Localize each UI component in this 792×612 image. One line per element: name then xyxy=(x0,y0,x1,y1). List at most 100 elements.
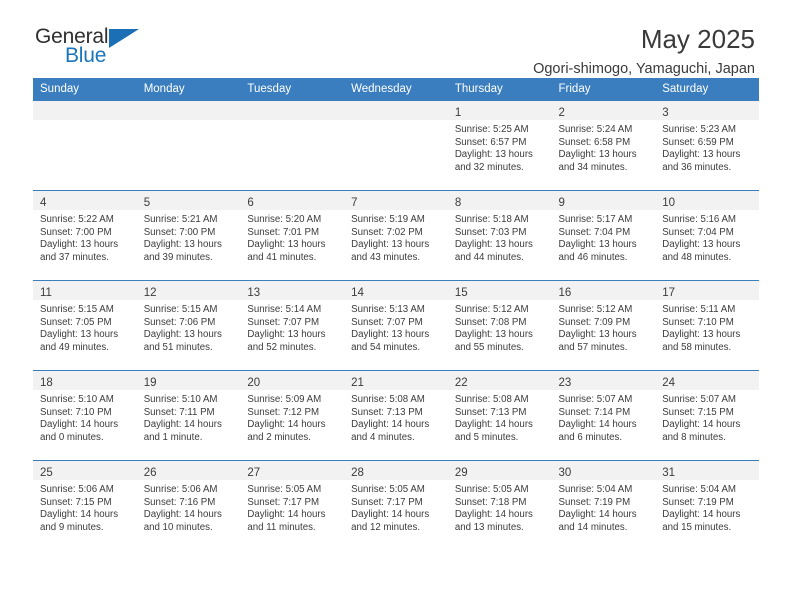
day-sun-details: Sunrise: 5:07 AM Sunset: 7:15 PM Daylight:… xyxy=(655,390,759,444)
day-detail-line: Sunrise: 5:23 AM xyxy=(662,124,736,135)
day-detail-line: Sunset: 7:07 PM xyxy=(351,316,423,328)
calendar-day-cell[interactable]: 14 Sunrise: 5:13 AM Sunset: 7:07 PM Dayligh… xyxy=(344,280,448,371)
weekday-header-saturday: Saturday xyxy=(655,78,759,101)
calendar-day-cell[interactable]: 24 Sunrise: 5:07 AM Sunset: 7:15 PM Dayligh… xyxy=(655,370,759,461)
calendar-day-cell[interactable]: 12 Sunrise: 5:15 AM Sunset: 7:06 PM Dayligh… xyxy=(136,280,241,371)
calendar-day-cell[interactable]: 3 Sunrise: 5:23 AM Sunset: 6:59 PM Daylight… xyxy=(655,100,759,191)
day-number: 7 xyxy=(351,197,358,209)
day-number-band: 11 xyxy=(33,281,137,300)
day-detail-line: Sunrise: 5:12 AM xyxy=(558,304,633,315)
day-cell-content: 1 Sunrise: 5:25 AM Sunset: 6:57 PM Daylight… xyxy=(447,101,552,190)
day-sun-details: Sunrise: 5:11 AM Sunset: 7:10 PM Daylight:… xyxy=(655,300,759,354)
day-number-band xyxy=(33,101,137,120)
day-detail-line: Daylight: 13 hours xyxy=(662,239,741,251)
calendar-day-cell[interactable]: 8 Sunrise: 5:18 AM Sunset: 7:03 PM Daylight… xyxy=(447,190,552,281)
general-blue-logo[interactable]: General Blue xyxy=(35,26,165,76)
day-detail-line: Daylight: 14 hours xyxy=(143,419,222,431)
day-detail-line: Daylight: 13 hours xyxy=(558,149,637,161)
day-detail-line: Sunrise: 5:06 AM xyxy=(143,484,218,495)
day-number: 10 xyxy=(662,197,676,209)
day-sun-details: Sunrise: 5:04 AM Sunset: 7:19 PM Daylight:… xyxy=(552,480,656,534)
day-detail-line: Sunrise: 5:04 AM xyxy=(558,484,633,495)
calendar-day-cell[interactable]: 22 Sunrise: 5:08 AM Sunset: 7:13 PM Dayligh… xyxy=(447,370,552,461)
calendar-day-cell[interactable]: 16 Sunrise: 5:12 AM Sunset: 7:09 PM Dayligh… xyxy=(551,280,656,371)
calendar-day-cell[interactable]: 18 Sunrise: 5:10 AM Sunset: 7:10 PM Dayligh… xyxy=(33,370,137,461)
calendar-week-row: 4 Sunrise: 5:22 AM Sunset: 7:00 PM Daylight… xyxy=(33,190,759,281)
day-number: 21 xyxy=(351,377,364,389)
calendar-day-cell[interactable]: 19 Sunrise: 5:10 AM Sunset: 7:11 PM Dayligh… xyxy=(136,370,241,461)
day-number-band: 19 xyxy=(136,371,241,390)
day-number-band: 9 xyxy=(551,191,656,210)
day-number: 14 xyxy=(351,287,364,299)
day-number-band: 15 xyxy=(447,281,552,300)
calendar-day-cell[interactable]: 27 Sunrise: 5:05 AM Sunset: 7:17 PM Dayligh… xyxy=(240,460,345,550)
day-sun-details xyxy=(344,120,448,124)
day-detail-line: Sunset: 7:17 PM xyxy=(247,496,320,508)
day-sun-details: Sunrise: 5:15 AM Sunset: 7:05 PM Daylight:… xyxy=(33,300,137,354)
calendar-day-cell[interactable]: 29 Sunrise: 5:05 AM Sunset: 7:18 PM Dayligh… xyxy=(447,460,552,550)
day-detail-line: Sunrise: 5:05 AM xyxy=(247,484,322,495)
day-detail-line: Sunrise: 5:17 AM xyxy=(558,214,633,225)
calendar-day-cell[interactable]: 28 Sunrise: 5:05 AM Sunset: 7:17 PM Dayligh… xyxy=(344,460,448,550)
day-detail-line: Sunset: 7:05 PM xyxy=(40,316,112,328)
calendar-day-cell[interactable]: 23 Sunrise: 5:07 AM Sunset: 7:14 PM Dayligh… xyxy=(551,370,656,461)
calendar-day-cell[interactable]: 20 Sunrise: 5:09 AM Sunset: 7:12 PM Dayligh… xyxy=(240,370,345,461)
calendar-day-cell[interactable]: 1 Sunrise: 5:25 AM Sunset: 6:57 PM Daylight… xyxy=(447,100,552,191)
day-number: 6 xyxy=(247,197,254,209)
calendar-day-cell[interactable]: 17 Sunrise: 5:11 AM Sunset: 7:10 PM Dayligh… xyxy=(655,280,759,371)
calendar-day-cell[interactable]: 10 Sunrise: 5:16 AM Sunset: 7:04 PM Dayligh… xyxy=(655,190,759,281)
day-cell-content: 4 Sunrise: 5:22 AM Sunset: 7:00 PM Daylight… xyxy=(33,191,137,280)
day-cell-content: 21 Sunrise: 5:08 AM Sunset: 7:13 PM Dayligh… xyxy=(344,371,448,460)
calendar-day-cell[interactable]: 2 Sunrise: 5:24 AM Sunset: 6:58 PM Daylight… xyxy=(551,100,656,191)
day-detail-line: Sunrise: 5:08 AM xyxy=(454,394,529,405)
day-number: 25 xyxy=(40,467,53,479)
calendar-day-cell[interactable]: 7 Sunrise: 5:19 AM Sunset: 7:02 PM Daylight… xyxy=(344,190,448,281)
day-cell-content: 26 Sunrise: 5:06 AM Sunset: 7:16 PM Dayligh… xyxy=(136,461,241,550)
day-sun-details: Sunrise: 5:05 AM Sunset: 7:17 PM Daylight:… xyxy=(344,480,448,534)
day-sun-details: Sunrise: 5:21 AM Sunset: 7:00 PM Daylight:… xyxy=(137,210,241,264)
day-detail-line: Daylight: 14 hours xyxy=(351,419,430,431)
calendar-day-cell[interactable]: 13 Sunrise: 5:14 AM Sunset: 7:07 PM Dayligh… xyxy=(240,280,345,371)
day-detail-line: Sunset: 7:11 PM xyxy=(143,406,215,418)
calendar-day-cell[interactable]: 30 Sunrise: 5:04 AM Sunset: 7:19 PM Dayligh… xyxy=(551,460,656,550)
calendar-day-cell[interactable]: 15 Sunrise: 5:12 AM Sunset: 7:08 PM Dayligh… xyxy=(447,280,552,371)
day-detail-line: Daylight: 13 hours xyxy=(454,329,533,341)
calendar-day-cell[interactable]: 5 Sunrise: 5:21 AM Sunset: 7:00 PM Daylight… xyxy=(136,190,241,281)
day-sun-details: Sunrise: 5:10 AM Sunset: 7:11 PM Daylight:… xyxy=(137,390,241,444)
day-detail-line: Daylight: 13 hours xyxy=(40,239,119,251)
calendar-day-cell[interactable]: 26 Sunrise: 5:06 AM Sunset: 7:16 PM Dayligh… xyxy=(136,460,241,550)
day-cell-content xyxy=(136,101,241,190)
day-cell-content: 15 Sunrise: 5:12 AM Sunset: 7:08 PM Dayligh… xyxy=(447,281,552,370)
day-detail-line: Sunset: 7:15 PM xyxy=(662,406,734,418)
day-cell-content: 9 Sunrise: 5:17 AM Sunset: 7:04 PM Daylight… xyxy=(551,191,656,280)
calendar-day-cell[interactable]: 11 Sunrise: 5:15 AM Sunset: 7:05 PM Dayligh… xyxy=(33,280,137,371)
calendar-day-cell[interactable]: 4 Sunrise: 5:22 AM Sunset: 7:00 PM Daylight… xyxy=(33,190,137,281)
day-number: 2 xyxy=(558,107,565,119)
calendar-empty-cell xyxy=(136,100,241,191)
day-detail-line: Sunset: 7:15 PM xyxy=(40,496,112,508)
calendar-day-cell[interactable]: 31 Sunrise: 5:04 AM Sunset: 7:19 PM Dayligh… xyxy=(655,460,759,550)
day-detail-line: and 10 minutes. xyxy=(143,521,213,533)
calendar-day-cell[interactable]: 21 Sunrise: 5:08 AM Sunset: 7:13 PM Dayligh… xyxy=(344,370,448,461)
day-cell-content: 28 Sunrise: 5:05 AM Sunset: 7:17 PM Dayligh… xyxy=(344,461,448,550)
day-detail-line: Sunrise: 5:18 AM xyxy=(454,214,529,225)
day-detail-line: Daylight: 13 hours xyxy=(143,239,222,251)
day-sun-details: Sunrise: 5:24 AM Sunset: 6:58 PM Daylight:… xyxy=(552,120,656,174)
day-detail-line: and 2 minutes. xyxy=(247,431,311,443)
calendar-day-cell[interactable]: 25 Sunrise: 5:06 AM Sunset: 7:15 PM Dayligh… xyxy=(33,460,137,550)
day-detail-line: Sunrise: 5:12 AM xyxy=(454,304,529,315)
calendar-week-row: 11 Sunrise: 5:15 AM Sunset: 7:05 PM Dayligh… xyxy=(33,280,759,371)
day-detail-line: Sunset: 7:16 PM xyxy=(143,496,216,508)
day-detail-line: and 6 minutes. xyxy=(558,431,623,443)
day-sun-details: Sunrise: 5:04 AM Sunset: 7:19 PM Daylight:… xyxy=(655,480,759,534)
day-number-band: 23 xyxy=(551,371,656,390)
day-detail-line: Daylight: 14 hours xyxy=(662,509,741,521)
calendar-day-cell[interactable]: 6 Sunrise: 5:20 AM Sunset: 7:01 PM Daylight… xyxy=(240,190,345,281)
calendar-day-cell[interactable]: 9 Sunrise: 5:17 AM Sunset: 7:04 PM Daylight… xyxy=(551,190,656,281)
day-number-band: 3 xyxy=(655,101,759,120)
day-detail-line: Sunrise: 5:15 AM xyxy=(40,304,114,315)
day-detail-line: and 9 minutes. xyxy=(40,521,104,533)
day-cell-content: 27 Sunrise: 5:05 AM Sunset: 7:17 PM Dayligh… xyxy=(240,461,345,550)
day-detail-line: and 55 minutes. xyxy=(454,341,524,353)
day-detail-line: and 0 minutes. xyxy=(40,431,104,443)
